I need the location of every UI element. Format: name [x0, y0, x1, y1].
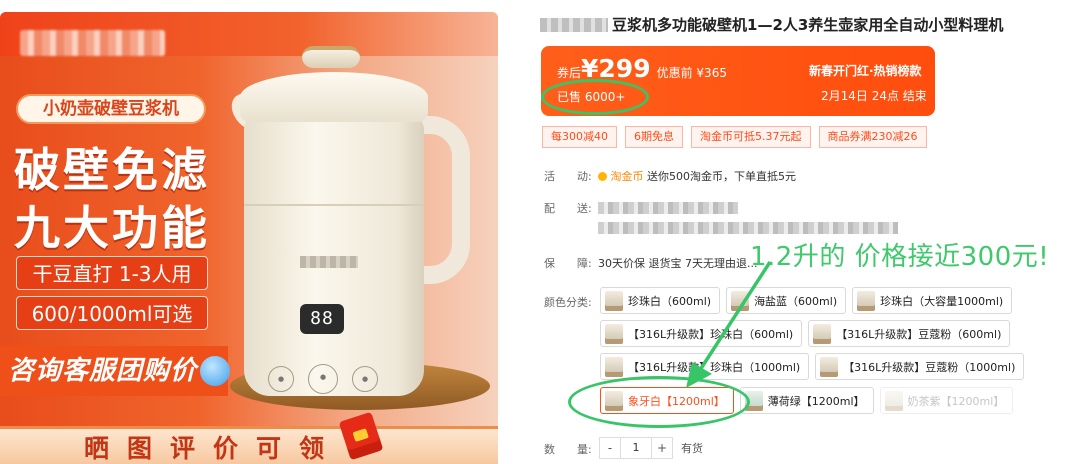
blurred-delivery-address	[598, 202, 738, 214]
coin-name: 淘金币	[610, 170, 644, 183]
option-thumbnail	[813, 323, 832, 344]
option-thumbnail	[857, 290, 876, 311]
increase-button[interactable]: +	[651, 437, 673, 459]
activity-label: 活 动:	[544, 170, 592, 183]
option-label: 【316L升级款】珍珠白（1000ml)	[628, 360, 801, 374]
option-label: 珍珠白（600ml)	[628, 294, 712, 308]
option-thumbnail	[731, 290, 750, 311]
kettle-seam	[244, 204, 424, 206]
feature-pill-2: 600/1000ml可选	[16, 296, 208, 330]
product-main-image[interactable]: 88 ● ● ● 小奶壶破壁豆浆机 破壁免滤 九大功能 干豆直打 1-3人用 6…	[0, 12, 498, 464]
kettle-button-right: ●	[352, 366, 378, 392]
guarantee-text[interactable]: 30天价保 退货宝 7天无理由退...	[598, 255, 757, 271]
coupon-list: 每300减40 6期免息 淘金币可抵5.37元起 商品券满230减26	[542, 126, 927, 148]
kettle-brand-plate	[300, 256, 358, 268]
activity-value: 淘金币 送你500淘金币，下单直抵5元	[598, 168, 796, 184]
option-label: 奶茶紫【1200ml】	[907, 394, 1005, 408]
annotation-text: 1.2升的 价格接近300元!	[750, 242, 1050, 272]
color-option[interactable]: 【316L升级款】豆蔻粉（600ml)	[808, 320, 1011, 347]
option-label: 海盐蓝（600ml)	[754, 294, 838, 308]
color-option[interactable]: 【316L升级款】珍珠白（600ml)	[600, 320, 803, 347]
decrease-button[interactable]: -	[599, 437, 621, 459]
coupon-tag[interactable]: 商品券满230减26	[818, 126, 927, 148]
option-label: 【316L升级款】豆蔻粉（1000ml)	[843, 360, 1016, 374]
option-thumbnail	[605, 290, 623, 311]
swatch-row-2: 【316L升级款】珍珠白（600ml) 【316L升级款】豆蔻粉（600ml)	[600, 320, 1011, 347]
color-option[interactable]: 珍珠白（600ml)	[600, 287, 721, 314]
promo-title: 新春开门红·热销榜款	[809, 64, 922, 78]
headline-line-2: 九大功能	[14, 201, 210, 255]
quantity-stepper: - 1 + 有货	[599, 437, 703, 459]
blurred-brand-logo	[20, 30, 165, 56]
quantity-input[interactable]: 1	[621, 437, 651, 459]
kettle-display: 88	[300, 304, 344, 334]
kettle-button-left: ●	[268, 366, 294, 392]
highlight-circle-sold	[541, 79, 649, 115]
product-title: 豆浆机多功能破壁机1—2人3养生壶家用全自动小型料理机	[612, 16, 1004, 34]
color-option-disabled[interactable]: 奶茶紫【1200ml】	[879, 387, 1014, 414]
chat-bubble-icon	[200, 356, 230, 386]
option-thumbnail	[605, 323, 623, 344]
kettle-lid	[240, 72, 428, 122]
color-option[interactable]: 海盐蓝（600ml)	[726, 287, 847, 314]
guarantee-label: 保 障:	[544, 257, 592, 270]
color-option[interactable]: 【316L升级款】豆蔻粉（1000ml)	[815, 353, 1025, 380]
soymilk-maker-illustration: 88 ● ● ●	[220, 42, 490, 412]
option-thumbnail	[605, 356, 623, 377]
kettle-knob	[302, 46, 360, 68]
option-label: 【316L升级款】豆蔻粉（600ml)	[836, 327, 1002, 341]
consult-banner: 咨询客服团购价	[0, 346, 228, 396]
headline-line-1: 破壁免滤	[14, 143, 210, 197]
coupon-price-label: 券后	[557, 66, 582, 80]
highlight-circle-selected-option	[568, 376, 750, 428]
option-thumbnail	[820, 356, 839, 377]
color-option[interactable]: 珍珠白（大容量1000ml)	[852, 287, 1013, 314]
blurred-delivery-info	[598, 222, 898, 234]
stock-status: 有货	[681, 442, 703, 455]
kettle-button-center: ●	[308, 364, 338, 394]
delivery-label: 配 送:	[544, 202, 592, 215]
promo-end-time: 2月14日 24点 结束	[821, 89, 927, 103]
coupon-tag[interactable]: 每300减40	[542, 126, 617, 148]
review-reward-text: 晒图评价可领	[84, 434, 343, 463]
color-option[interactable]: 【316L升级款】珍珠白（1000ml)	[600, 353, 810, 380]
coupon-tag[interactable]: 淘金币可抵5.37元起	[691, 126, 811, 148]
color-option[interactable]: 薄荷绿【1200ml】	[739, 387, 874, 414]
quantity-label: 数 量:	[544, 443, 592, 456]
taobao-coin-icon	[598, 172, 607, 181]
option-thumbnail	[884, 390, 903, 411]
kettle-body	[244, 112, 424, 396]
blurred-brand-name	[540, 18, 608, 32]
feature-pill-1: 干豆直打 1-3人用	[16, 256, 208, 290]
coupon-tag[interactable]: 6期免息	[625, 126, 683, 148]
swatch-row-1: 珍珠白（600ml) 海盐蓝（600ml) 珍珠白（大容量1000ml)	[600, 287, 1013, 314]
activity-text: 送你500淘金币，下单直抵5元	[647, 170, 796, 183]
color-label: 颜色分类:	[544, 296, 592, 309]
original-price: 优惠前 ¥365	[656, 66, 727, 80]
option-label: 薄荷绿【1200ml】	[767, 394, 865, 408]
option-label: 珍珠白（大容量1000ml)	[880, 294, 1004, 308]
slogan-pill: 小奶壶破壁豆浆机	[16, 94, 206, 124]
option-label: 【316L升级款】珍珠白（600ml)	[628, 327, 794, 341]
